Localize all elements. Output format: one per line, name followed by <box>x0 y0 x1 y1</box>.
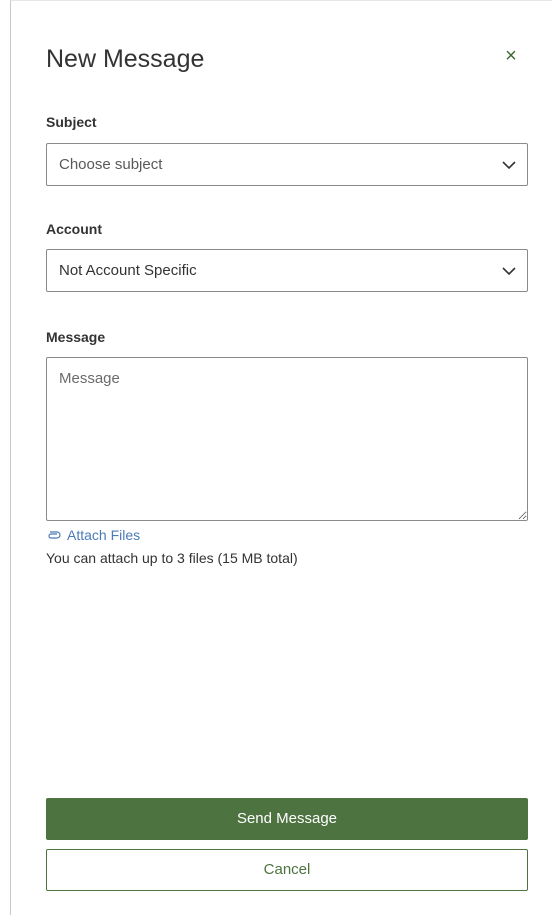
chevron-down-icon <box>502 161 516 170</box>
account-select[interactable]: Not Account Specific <box>46 249 528 292</box>
message-textarea[interactable] <box>46 357 528 521</box>
send-message-button[interactable]: Send Message <box>46 798 528 840</box>
new-message-dialog: New Message × Subject Choose subject Acc… <box>10 0 552 915</box>
paperclip-icon <box>48 531 61 539</box>
attach-files-label: Attach Files <box>67 527 141 543</box>
cancel-button[interactable]: Cancel <box>46 849 528 891</box>
account-select-value: Not Account Specific <box>59 262 197 279</box>
dialog-title: New Message <box>46 45 205 73</box>
close-icon[interactable]: × <box>501 46 521 66</box>
attach-files-link[interactable]: Attach Files <box>47 527 140 543</box>
subject-select[interactable]: Choose subject <box>46 143 528 186</box>
attach-limit-note: You can attach up to 3 files (15 MB tota… <box>46 550 298 566</box>
subject-label: Subject <box>46 114 97 130</box>
subject-select-value: Choose subject <box>59 156 163 173</box>
chevron-down-icon <box>502 267 516 276</box>
account-label: Account <box>46 221 102 237</box>
message-label: Message <box>46 329 106 345</box>
